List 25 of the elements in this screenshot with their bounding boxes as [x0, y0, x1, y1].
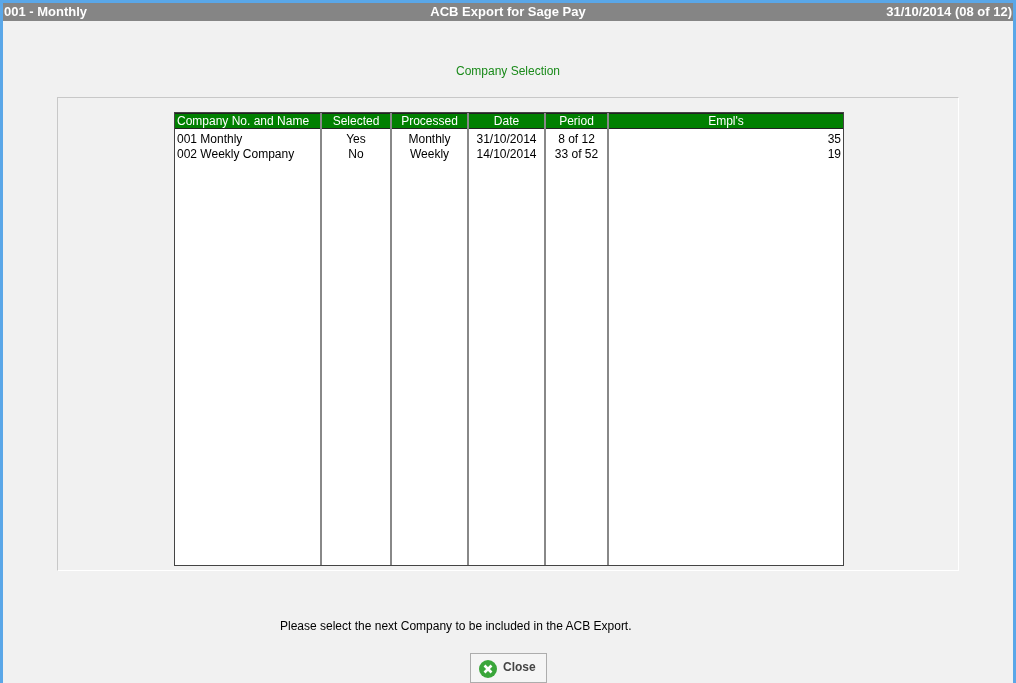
table-cell-text: 33 of 52: [553, 146, 600, 162]
table-cell-text: 002 Weekly Company: [176, 146, 296, 162]
column-header[interactable]: Empl's: [609, 112, 843, 129]
table-cell-text: 31/10/2014: [475, 131, 538, 147]
instruction-text: Please select the next Company to be included in the ACB Export.: [280, 619, 632, 634]
table-cell-text: 8 of 12: [557, 131, 596, 147]
column-header[interactable]: Company No. and Name: [175, 112, 320, 129]
close-button[interactable]: Close: [470, 653, 547, 683]
table-cell-text: Weekly: [408, 146, 451, 162]
section-heading: Company Selection: [455, 63, 561, 78]
close-icon: [479, 660, 497, 679]
table-cell-text: 001 Monthly: [176, 131, 244, 147]
table-cell-text: 19: [826, 146, 842, 162]
table-cell-text: Monthly: [407, 131, 452, 147]
column-header[interactable]: Processed: [392, 112, 467, 129]
window-title: ACB Export for Sage Pay: [430, 4, 586, 20]
column-header[interactable]: Date: [469, 112, 544, 129]
table-cell-text: 14/10/2014: [475, 146, 538, 162]
table-cell-text: Yes: [345, 131, 367, 147]
column-header[interactable]: Selected: [322, 112, 390, 129]
window-title-left: 001 - Monthly: [4, 4, 89, 20]
table-cell-text: No: [347, 146, 365, 162]
column-header[interactable]: Period: [546, 112, 607, 129]
table-cell-text: 35: [826, 131, 842, 147]
window-title-right: 31/10/2014 (08 of 12): [885, 4, 1012, 20]
